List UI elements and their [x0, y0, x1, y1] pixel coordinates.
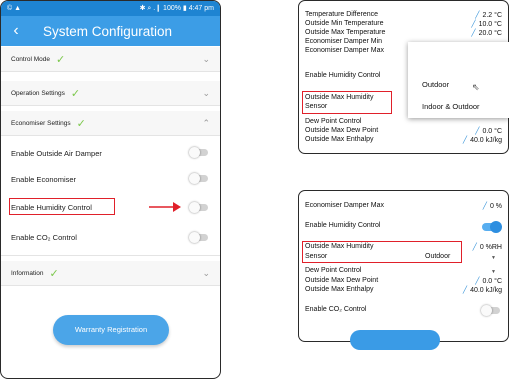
humidity-control-label: Enable Humidity Control — [305, 72, 381, 79]
sensor-label: Sensor — [305, 103, 328, 110]
max-humidity-label: Outside Max Humidity — [305, 243, 374, 250]
max-dew-point-label: Outside Max Dew Point — [305, 277, 379, 284]
max-dew-point-value[interactable]: ╱ 0.0 °C — [475, 277, 502, 285]
divider — [1, 285, 220, 286]
phone-screen: © ▲ ✱ ⌕ .❙ 100% ▮ 4:47 pm ‹ System Confi… — [0, 0, 221, 379]
economiser-toggle[interactable] — [189, 173, 208, 184]
dew-point-control-label: Dew Point Control — [305, 267, 362, 274]
section-economiser-settings[interactable]: Economiser Settings ✓ ⌃ — [1, 111, 220, 135]
max-enthalpy-value[interactable]: ╱ 40.0 kJ/kg — [463, 286, 502, 294]
divider — [1, 105, 220, 106]
status-bar: © ▲ ✱ ⌕ .❙ 100% ▮ 4:47 pm — [1, 1, 220, 16]
max-dew-point-label: Outside Max Dew Point — [305, 127, 379, 134]
row-value: 0 %RH — [479, 244, 502, 251]
max-enthalpy-value[interactable]: ╱ 40.0 kJ/kg — [463, 136, 502, 144]
sensor-label: Sensor — [305, 253, 328, 260]
row-value: 40.0 kJ/kg — [470, 137, 502, 144]
row-label: Outside Min Temperature — [305, 20, 384, 27]
humidity-control-toggle[interactable] — [482, 221, 502, 233]
row-value: 0.0 °C — [482, 128, 502, 135]
dropdown-option-outdoor[interactable]: Outdoor — [422, 80, 449, 89]
humidity-control-toggle[interactable] — [189, 202, 208, 213]
co2-control-label: Enable CO₂ Control — [305, 306, 367, 313]
check-icon: ✓ — [49, 267, 59, 280]
section-label: Information — [11, 269, 44, 277]
max-enthalpy-label: Outside Max Enthalpy — [305, 286, 374, 293]
row-label: Outside Max Temperature — [305, 29, 386, 36]
section-operation-settings[interactable]: Operation Settings ✓ ⌄ — [1, 81, 220, 105]
check-icon: ✓ — [56, 53, 66, 66]
row-label: Enable Outside Air Damper — [11, 148, 102, 158]
panel-action-button[interactable] — [350, 330, 440, 350]
co2-control-toggle[interactable] — [481, 305, 500, 316]
dropdown-option-indoor-outdoor[interactable]: Indoor & Outdoor — [422, 102, 480, 111]
divider — [1, 71, 220, 72]
chevron-down-icon: ⌄ — [202, 53, 210, 64]
row-value: 0.0 °C — [482, 278, 502, 285]
pencil-icon: ╱ — [475, 128, 480, 135]
co2-control-toggle[interactable] — [189, 232, 208, 243]
row-economiser: Enable Economiser — [1, 167, 220, 191]
pencil-icon: ╱ — [475, 278, 480, 285]
row-outside-air-damper: Enable Outside Air Damper — [1, 141, 220, 165]
section-label: Economiser Settings — [11, 119, 71, 127]
row-label: Enable Economiser — [11, 174, 77, 184]
divider — [1, 135, 220, 136]
pencil-icon: ╱ — [472, 244, 477, 251]
outside-air-damper-toggle[interactable] — [189, 147, 208, 158]
dew-point-control-label: Dew Point Control — [305, 118, 362, 125]
settings-panel-bottom: Economiser Damper Max ╱ 0 % Enable Humidi… — [298, 190, 509, 342]
pencil-icon: ╱ — [482, 203, 487, 210]
chevron-down-icon: ⌄ — [202, 87, 210, 98]
row-value: 2.2 °C — [482, 12, 502, 19]
page-title: System Configuration — [43, 23, 173, 39]
pencil-icon: ╱ — [475, 12, 480, 19]
pencil-icon: ╱ — [471, 21, 476, 28]
row-co2-control: Enable CO₂ Control — [1, 225, 220, 249]
max-humidity-value[interactable]: ╱ 0 %RH — [473, 243, 502, 251]
pointer-cursor-icon: ⇖ — [472, 82, 480, 92]
humidity-control-label: Enable Humidity Control — [305, 222, 381, 229]
back-arrow-icon[interactable]: ‹ — [1, 22, 31, 40]
section-information[interactable]: Information ✓ ⌄ — [1, 261, 220, 285]
pencil-icon: ╱ — [471, 30, 476, 37]
outside-max-temperature-value[interactable]: ╱ 20.0 °C — [471, 29, 502, 37]
outside-min-temperature-value[interactable]: ╱ 10.0 °C — [471, 20, 502, 28]
section-control-mode[interactable]: Control Mode ✓ ⌄ — [1, 47, 220, 71]
status-left-icons: © ▲ — [7, 5, 22, 12]
row-label: Economiser Damper Max — [305, 47, 384, 54]
highlight-box — [9, 198, 115, 215]
row-value: 20.0 °C — [478, 30, 502, 37]
damper-max-value[interactable]: ╱ 0 % — [483, 202, 502, 210]
row-label: Temperature Difference — [305, 11, 379, 18]
pencil-icon: ╱ — [462, 137, 468, 144]
chevron-down-icon: ⌄ — [202, 267, 210, 278]
caret-down-icon[interactable]: ▼ — [491, 255, 496, 261]
section-label: Control Mode — [11, 55, 51, 63]
chevron-up-icon: ⌃ — [202, 117, 210, 128]
warranty-registration-button[interactable]: Warranty Registration — [53, 315, 169, 345]
sensor-select[interactable]: Outdoor — [425, 253, 450, 260]
max-enthalpy-label: Outside Max Enthalpy — [305, 136, 374, 143]
row-label: Enable CO₂ Control — [11, 232, 77, 242]
red-arrow-icon — [149, 202, 181, 212]
damper-max-label: Economiser Damper Max — [305, 202, 384, 209]
divider — [1, 255, 220, 256]
sensor-dropdown-menu: Outdoor Indoor & Outdoor ⇖ — [408, 42, 509, 118]
caret-down-icon[interactable]: ▼ — [491, 269, 496, 275]
status-right-info: ✱ ⌕ .❙ 100% ▮ 4:47 pm — [139, 5, 214, 12]
max-humidity-label: Outside Max Humidity — [305, 94, 374, 101]
section-label: Operation Settings — [11, 89, 65, 97]
check-icon: ✓ — [70, 87, 81, 100]
row-label: Economiser Damper Min — [305, 38, 383, 45]
check-icon: ✓ — [76, 117, 86, 130]
temperature-difference-value[interactable]: ╱ 2.2 °C — [475, 11, 502, 19]
row-value: 40.0 kJ/kg — [470, 287, 502, 294]
pencil-icon: ╱ — [462, 287, 468, 294]
row-value: 0 % — [489, 203, 502, 210]
app-header: ‹ System Configuration — [1, 16, 220, 46]
max-dew-point-value[interactable]: ╱ 0.0 °C — [475, 127, 502, 135]
row-value: 10.0 °C — [478, 21, 502, 28]
